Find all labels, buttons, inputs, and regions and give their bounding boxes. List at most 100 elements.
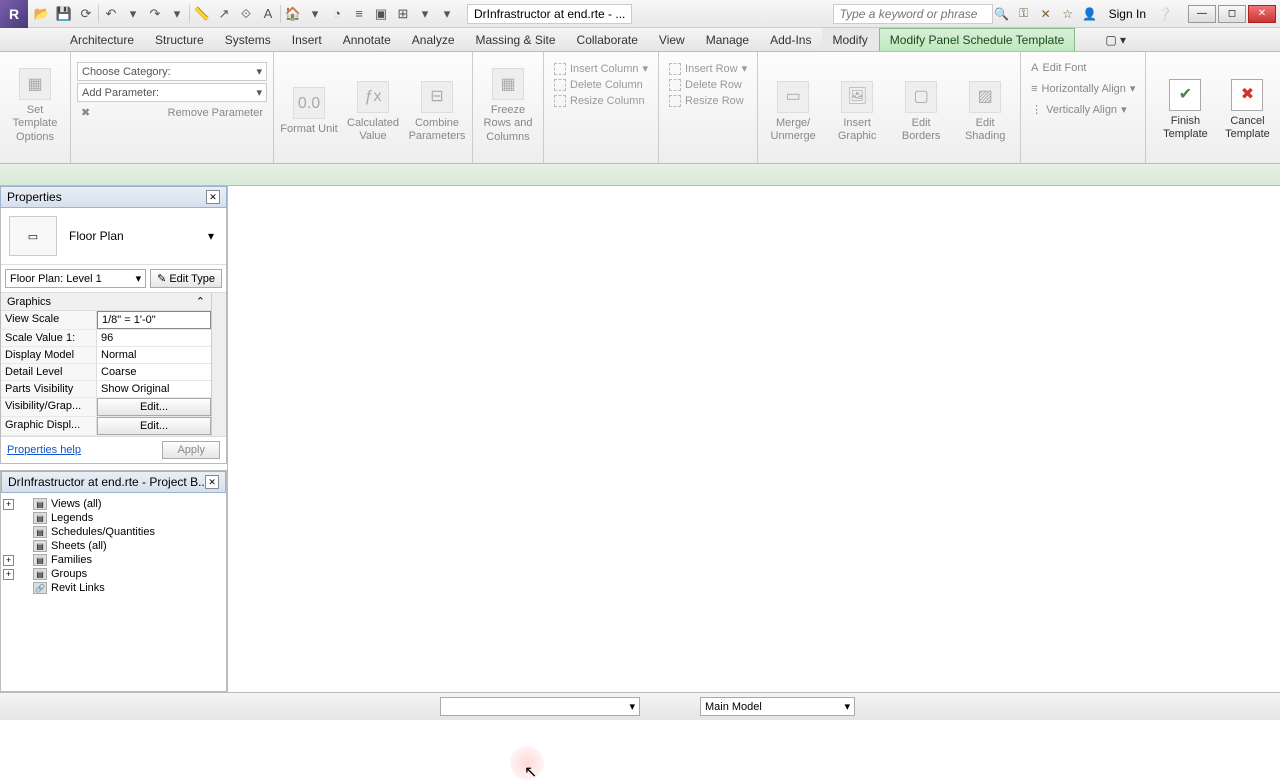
redo-drop-icon[interactable]: ▾ [167, 4, 187, 24]
dim-icon[interactable]: ⟐ [236, 4, 256, 24]
finish-template-button[interactable]: ✔Finish Template [1156, 60, 1214, 160]
tree-node[interactable]: +▤Views (all) [3, 497, 224, 511]
qat-custom-icon[interactable]: ▾ [437, 4, 457, 24]
measure-icon[interactable]: 📏 [192, 4, 212, 24]
instance-selector-dropdown[interactable]: Floor Plan: Level 1▾ [5, 269, 146, 288]
undo-icon[interactable]: ↶ [101, 4, 121, 24]
vertical-align-button: ⋮Vertically Align▾ [1031, 103, 1135, 116]
tab-modify-panel-schedule-template[interactable]: Modify Panel Schedule Template [879, 28, 1076, 51]
type-preview-icon: ▭ [9, 216, 57, 256]
text-icon[interactable]: A [258, 4, 278, 24]
ribbon-minimize-button[interactable]: ▢ ▾ [1095, 28, 1137, 51]
tab-structure[interactable]: Structure [145, 28, 215, 51]
tree-node[interactable]: +▤Groups [3, 567, 224, 581]
properties-help-link[interactable]: Properties help [7, 444, 81, 456]
tree-node[interactable]: ▤Sheets (all) [3, 539, 224, 553]
tree-node[interactable]: +▤Families [3, 553, 224, 567]
star-icon[interactable]: ☆ [1059, 5, 1077, 23]
open-icon[interactable]: 📂 [32, 4, 52, 24]
tree-node[interactable]: ▤Schedules/Quantities [3, 525, 224, 539]
tab-insert[interactable]: Insert [282, 28, 333, 51]
prop-value[interactable]: 1/8" = 1'-0" [97, 311, 211, 329]
node-icon: ▤ [33, 568, 47, 580]
prop-value[interactable]: Coarse [97, 364, 211, 380]
redo-icon[interactable]: ↷ [145, 4, 165, 24]
section-icon[interactable]: ◔ [327, 4, 347, 24]
tab-manage[interactable]: Manage [696, 28, 760, 51]
expand-icon[interactable]: + [3, 499, 14, 510]
drawing-canvas[interactable]: ↖ [228, 186, 1280, 692]
expand-icon[interactable]: + [3, 569, 14, 580]
workset-combo[interactable]: ▾ [440, 697, 640, 716]
expand-icon[interactable]: + [3, 555, 14, 566]
align-icon[interactable]: ↗ [214, 4, 234, 24]
search-input[interactable] [833, 4, 993, 24]
node-icon: ▤ [33, 498, 47, 510]
properties-close-icon[interactable]: ✕ [206, 190, 220, 204]
properties-scrollbar[interactable] [211, 293, 226, 436]
3d-drop-icon[interactable]: ▾ [305, 4, 325, 24]
key-icon[interactable]: ⚿ [1015, 5, 1033, 23]
tab-annotate[interactable]: Annotate [333, 28, 402, 51]
edit-type-button[interactable]: ✎Edit Type [150, 269, 222, 288]
minimize-button[interactable]: — [1188, 5, 1216, 23]
help-icon[interactable]: ❔ [1156, 5, 1174, 23]
apply-button[interactable]: Apply [162, 441, 220, 459]
node-icon: ▤ [33, 540, 47, 552]
app-icon[interactable]: R [0, 0, 28, 28]
close-button[interactable]: ✕ [1248, 5, 1276, 23]
tab-add-ins[interactable]: Add-Ins [760, 28, 822, 51]
tab-modify[interactable]: Modify [822, 28, 878, 51]
graphics-group-header[interactable]: Graphics⌃ [1, 293, 211, 311]
tab-view[interactable]: View [649, 28, 696, 51]
type-selector-dropdown[interactable]: Floor Plan▾ [65, 225, 218, 247]
cancel-template-button[interactable]: ✖Cancel Template [1218, 60, 1276, 160]
browser-close-icon[interactable]: ✕ [205, 475, 219, 489]
exchange-icon[interactable]: ✕ [1037, 5, 1055, 23]
prop-value[interactable]: Show Original [97, 381, 211, 397]
sign-in-link[interactable]: Sign In [1103, 7, 1152, 21]
fx-icon: ƒx [357, 81, 389, 113]
switch-drop-icon[interactable]: ▾ [415, 4, 435, 24]
horizontal-align-button: ≡Horizontally Align▾ [1031, 82, 1135, 95]
check-icon: ✔ [1169, 79, 1201, 111]
cursor-icon: ↖ [524, 762, 537, 782]
user-icon[interactable]: 👤 [1081, 5, 1099, 23]
resize-row-button: Resize Row [669, 95, 747, 107]
prop-label: Visibility/Grap... [1, 398, 97, 416]
tab-analyze[interactable]: Analyze [402, 28, 466, 51]
tab-systems[interactable]: Systems [215, 28, 282, 51]
save-icon[interactable]: 💾 [54, 4, 74, 24]
resize-column-button: Resize Column [554, 95, 648, 107]
maximize-button[interactable]: ◻ [1218, 5, 1246, 23]
undo-drop-icon[interactable]: ▾ [123, 4, 143, 24]
tree-node[interactable]: ▤Legends [3, 511, 224, 525]
prop-value[interactable]: Normal [97, 347, 211, 363]
choose-category-dropdown[interactable]: Choose Category:▾ [77, 62, 267, 81]
tab-massing-site[interactable]: Massing & Site [466, 28, 567, 51]
properties-panel-header[interactable]: Properties ✕ [0, 186, 227, 208]
3d-icon[interactable]: 🏠 [283, 4, 303, 24]
prop-value[interactable]: 96 [97, 330, 211, 346]
sync-icon[interactable]: ⟳ [76, 4, 96, 24]
project-browser-header[interactable]: DrInfrastructor at end.rte - Project B..… [1, 471, 226, 493]
calculated-value-button: ƒxCalculated Value [344, 62, 402, 162]
close-hidden-icon[interactable]: ▣ [371, 4, 391, 24]
edit-font-button: AEdit Font [1031, 62, 1135, 74]
prop-value[interactable]: Edit... [97, 398, 211, 416]
borders-icon: ▢ [905, 81, 937, 113]
valign-icon: ⋮ [1031, 103, 1042, 116]
thin-icon[interactable]: ≡ [349, 4, 369, 24]
collapse-icon[interactable]: ⌃ [196, 295, 205, 308]
tab-collaborate[interactable]: Collaborate [567, 28, 649, 51]
prop-value[interactable]: Edit... [97, 417, 211, 435]
switch-icon[interactable]: ⊞ [393, 4, 413, 24]
design-options-combo[interactable]: Main Model▾ [700, 697, 855, 716]
infocenter-search-icon[interactable]: 🔍 [993, 5, 1011, 23]
add-parameter-dropdown[interactable]: Add Parameter:▾ [77, 83, 267, 102]
delete-row-button: Delete Row [669, 79, 747, 91]
insert-graphic-button: 🖼Insert Graphic [828, 62, 886, 162]
tab-architecture[interactable]: Architecture [60, 28, 145, 51]
tree-node[interactable]: 🔗Revit Links [3, 581, 224, 595]
insert-row-button: Insert Row▾ [669, 62, 747, 75]
